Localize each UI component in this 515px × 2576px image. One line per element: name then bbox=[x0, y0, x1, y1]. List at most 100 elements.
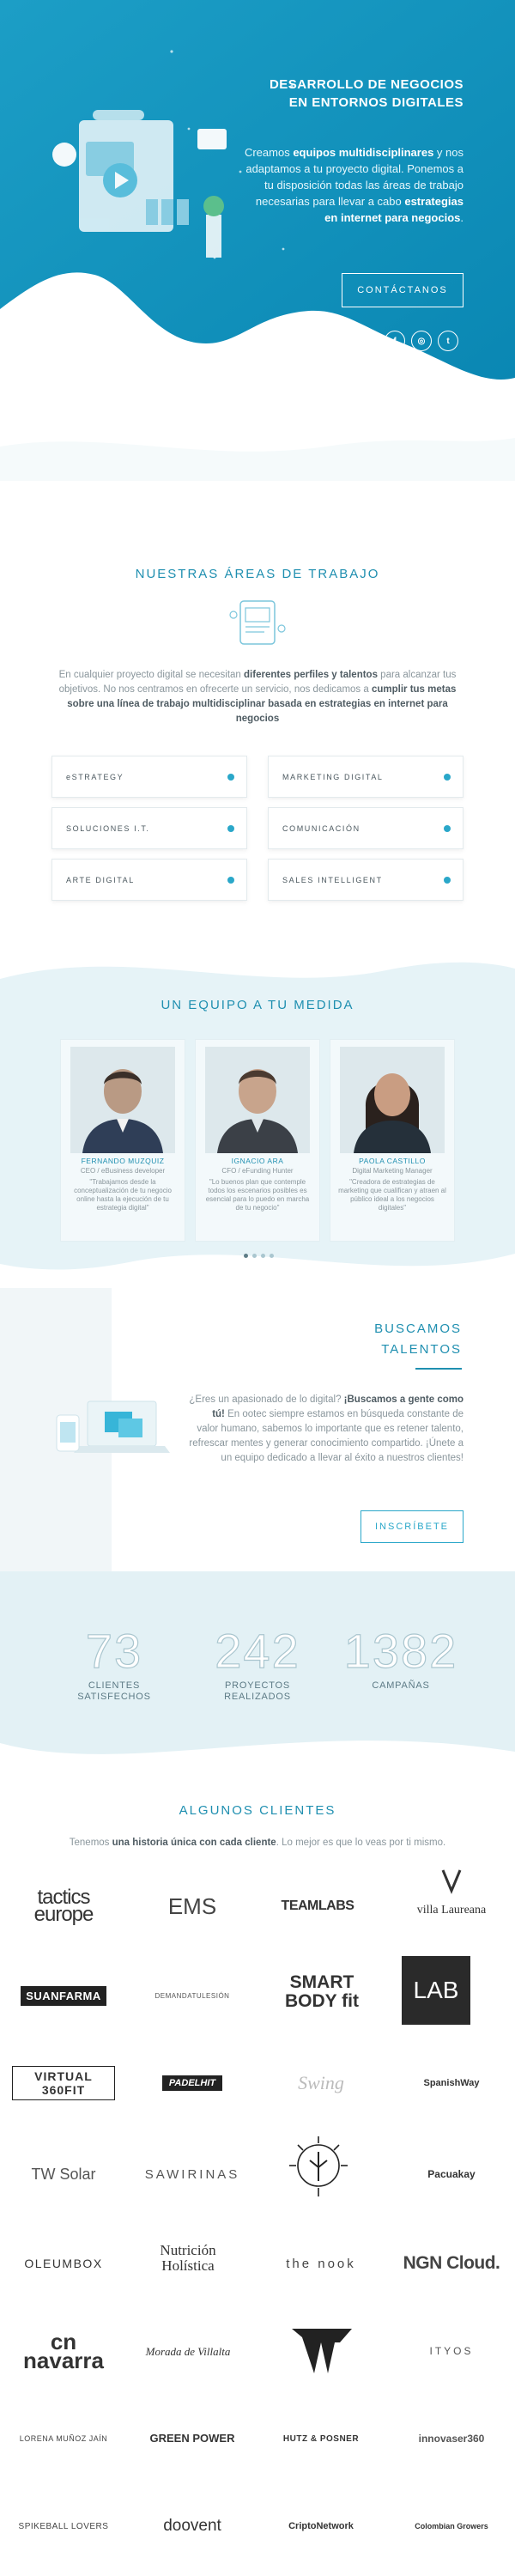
talents-desc-part: En ootec siempre estamos en búsqueda con… bbox=[189, 1409, 464, 1463]
client-logo-pacuakay[interactable]: Pacuakay bbox=[400, 2148, 503, 2200]
area-card-arte-digital[interactable]: ARTE DIGITAL bbox=[52, 859, 247, 901]
hero-desc-bold: equipos multidisciplinares bbox=[293, 146, 434, 159]
title-underline bbox=[415, 1368, 462, 1370]
client-logo-spanishway[interactable]: SpanishWay bbox=[400, 2057, 503, 2109]
clients-desc-part: Tenemos bbox=[69, 1838, 112, 1848]
client-logo-ems[interactable]: EMS bbox=[141, 1880, 244, 1932]
contact-button[interactable]: CONTÁCTANOS bbox=[342, 273, 464, 307]
inscribete-button[interactable]: INSCRÍBETE bbox=[360, 1510, 464, 1543]
twitter-icon[interactable]: t bbox=[438, 331, 458, 351]
area-card-sales-intelligent[interactable]: SALES INTELLIGENT bbox=[268, 859, 464, 901]
stat-label: CAMPAÑAS bbox=[336, 1680, 465, 1692]
client-logo-sun-figure-icon[interactable] bbox=[288, 2133, 348, 2202]
hero-text: DESARROLLO DE NEGOCIOS EN ENTORNOS DIGIT… bbox=[240, 76, 464, 226]
clients-desc-part: . Lo mejor es que lo veas por ti mismo. bbox=[276, 1838, 446, 1848]
client-logo-lorena-munoz[interactable]: LORENA MUÑOZ JAÍN bbox=[12, 2413, 115, 2464]
client-logo-smart-body-fit[interactable]: SMART BODY fit bbox=[266, 1966, 378, 2018]
areas-desc-bold: diferentes perfiles y talentos bbox=[244, 670, 378, 680]
stat-label: PROYECTOS REALIZADOS bbox=[193, 1680, 322, 1703]
bullet-icon bbox=[227, 824, 234, 832]
client-logo-tactics-europe[interactable]: tactics europe bbox=[12, 1880, 115, 1932]
talents-title-line-1: BUSCAMOS bbox=[374, 1321, 462, 1336]
member-quote: "Trabajamos desde la conceptualización d… bbox=[74, 1178, 172, 1212]
client-logo-the-nook[interactable]: the nook bbox=[270, 2238, 373, 2289]
member-role: CEO / eBusiness developer bbox=[80, 1167, 166, 1175]
stat-label-line: CAMPAÑAS bbox=[372, 1680, 430, 1691]
team-member-card: IGNACIO ARA CFO / eFunding Hunter "Lo bu… bbox=[195, 1039, 320, 1242]
carousel-dot[interactable] bbox=[261, 1254, 265, 1258]
team-title: UN EQUIPO A TU MEDIDA bbox=[161, 998, 354, 1012]
bullet-icon bbox=[444, 876, 451, 884]
member-quote: "Lo buenos plan que contemple todos los … bbox=[205, 1178, 310, 1212]
hero-title-line-1: DESARROLLO DE NEGOCIOS bbox=[269, 77, 464, 92]
talents-desc-part: ¿Eres un apasionado de lo digital? bbox=[189, 1394, 344, 1405]
area-label: SALES INTELLIGENT bbox=[282, 875, 383, 884]
stat-label: CLIENTES SATISFECHOS bbox=[50, 1680, 179, 1703]
stat-label-line: PROYECTOS bbox=[224, 1680, 291, 1691]
client-logo-green-power[interactable]: GREEN POWER bbox=[141, 2413, 244, 2464]
client-logo-ngn-cloud[interactable]: NGN Cloud. bbox=[400, 2238, 503, 2289]
client-logo-criptonetwork[interactable]: CriptoNetwork bbox=[270, 2500, 373, 2552]
clients-desc-bold: una historia única con cada cliente bbox=[112, 1838, 276, 1848]
laptop-illustration bbox=[56, 1400, 170, 1453]
client-logo-spikeball-lovers[interactable]: SPIKEBALL LOVERS bbox=[12, 2500, 115, 2552]
team-member-card: FERNANDO MUZQUIZ CEO / eBusiness develop… bbox=[60, 1039, 185, 1242]
instagram-icon[interactable]: ◎ bbox=[411, 331, 432, 351]
client-logo-tw-solar[interactable]: TW Solar bbox=[12, 2148, 115, 2200]
member-name: PAOLA CASTILLO bbox=[359, 1157, 426, 1165]
client-logo-teamlabs[interactable]: TEAMLABS bbox=[266, 1880, 369, 1932]
team-member-card: PAOLA CASTILLO Digital Marketing Manager… bbox=[330, 1039, 455, 1242]
areas-title: NUESTRAS ÁREAS DE TRABAJO bbox=[135, 567, 380, 581]
client-logo-doovent[interactable]: doovent bbox=[141, 2500, 244, 2552]
linkedin-icon[interactable]: in bbox=[358, 331, 379, 351]
area-card-soluciones-it[interactable]: SOLUCIONES I.T. bbox=[52, 807, 247, 849]
member-photo bbox=[70, 1047, 175, 1153]
client-logo-ityos[interactable]: ITYOS bbox=[400, 2325, 503, 2377]
client-logo-swing[interactable]: Swing bbox=[270, 2057, 373, 2109]
stat-campanas: 1382 CAMPAÑAS bbox=[336, 1624, 465, 1692]
client-logo-virtual-360fit[interactable]: VIRTUAL 360FIT bbox=[12, 2057, 115, 2109]
bullet-icon bbox=[444, 824, 451, 832]
clients-description: Tenemos una historia única con cada clie… bbox=[0, 1838, 515, 1848]
member-photo bbox=[205, 1047, 310, 1153]
carousel-dot[interactable] bbox=[252, 1254, 257, 1258]
area-label: ARTE DIGITAL bbox=[66, 875, 135, 884]
client-logo-cn-navarra[interactable]: cn navarra bbox=[12, 2325, 115, 2377]
client-logo-hutz-posner[interactable]: HUTZ & POSNER bbox=[270, 2413, 373, 2464]
hero-section: DESARROLLO DE NEGOCIOS EN ENTORNOS DIGIT… bbox=[0, 0, 515, 481]
areas-desc-part: En cualquier proyecto digital se necesit… bbox=[58, 670, 245, 680]
carousel-dot[interactable] bbox=[270, 1254, 274, 1258]
client-logo-suanfarma[interactable]: SUANFARMA bbox=[12, 1970, 115, 2021]
suanfarma-text: SUANFARMA bbox=[21, 1985, 106, 2006]
facebook-icon[interactable]: f bbox=[385, 331, 405, 351]
client-logo-padelhit[interactable]: PADELHIT bbox=[141, 2057, 244, 2109]
client-logo-colombian-growers[interactable]: Colombian Growers bbox=[400, 2500, 503, 2552]
carousel-dot[interactable] bbox=[244, 1254, 248, 1258]
member-name: IGNACIO ARA bbox=[231, 1157, 284, 1165]
client-logo-morada-de-villalta[interactable]: Morada de Villalta bbox=[141, 2325, 235, 2377]
client-logo-nutricion-holistica[interactable]: Nutrición Holística bbox=[141, 2233, 235, 2284]
stat-number: 1382 bbox=[343, 1624, 458, 1678]
area-label: MARKETING DIGITAL bbox=[282, 772, 384, 781]
client-logo-innovaser360[interactable]: innovaser360 bbox=[400, 2413, 503, 2464]
client-logo-oleumbox[interactable]: OLEUMBOX bbox=[12, 2238, 115, 2289]
bullet-icon bbox=[444, 773, 451, 781]
member-photo bbox=[340, 1047, 445, 1153]
member-name: FERNANDO MUZQUIZ bbox=[81, 1157, 165, 1165]
client-logo-sawirinas[interactable]: SAWIRINAS bbox=[141, 2148, 244, 2200]
client-logo-w-mark-icon[interactable] bbox=[290, 2325, 354, 2377]
hero-title-line-2: EN ENTORNOS DIGITALES bbox=[288, 95, 464, 110]
client-logo-demandatulesion[interactable]: DEMANDATULESIÓN bbox=[141, 1970, 244, 2021]
area-card-estrategy[interactable]: eSTRATEGY bbox=[52, 756, 247, 798]
client-logo-lab[interactable]: LAB bbox=[402, 1956, 470, 2025]
stat-label-line: SATISFECHOS bbox=[77, 1692, 151, 1702]
team-carousel: FERNANDO MUZQUIZ CEO / eBusiness develop… bbox=[60, 1039, 455, 1242]
bullet-icon bbox=[227, 876, 234, 884]
stat-number: 73 bbox=[85, 1624, 143, 1678]
stat-clientes: 73 CLIENTES SATISFECHOS bbox=[50, 1624, 179, 1703]
area-card-comunicacion[interactable]: COMUNICACIÓN bbox=[268, 807, 464, 849]
talents-title-line-2: TALENTOS bbox=[381, 1342, 462, 1357]
carousel-pagination bbox=[244, 1254, 274, 1258]
areas-grid: eSTRATEGY MARKETING DIGITAL SOLUCIONES I… bbox=[52, 756, 464, 901]
area-card-marketing-digital[interactable]: MARKETING DIGITAL bbox=[268, 756, 464, 798]
